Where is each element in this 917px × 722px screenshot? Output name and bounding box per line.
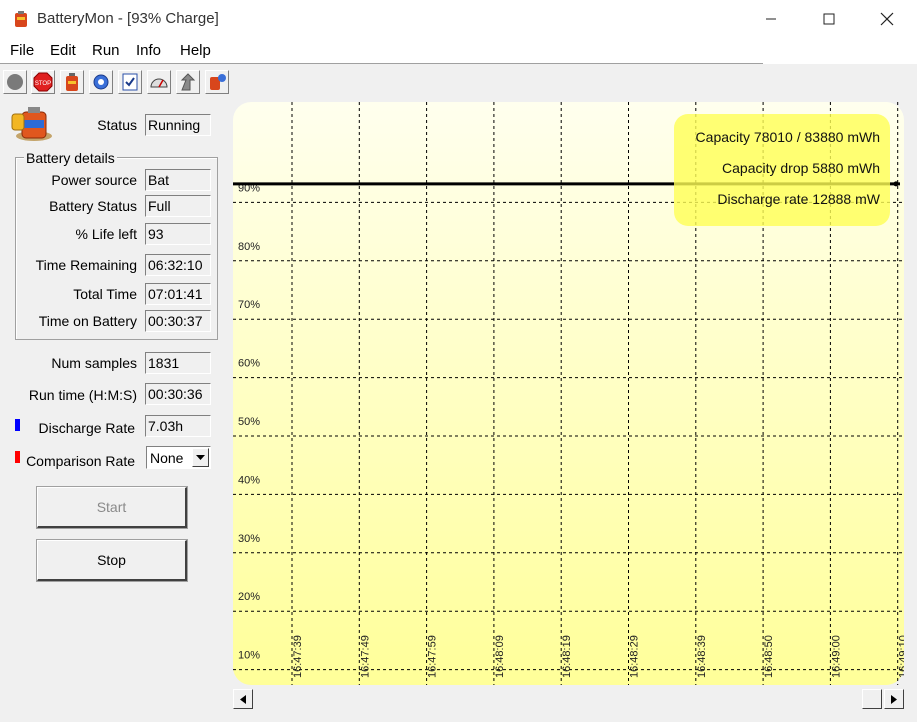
start-button[interactable]: Start: [36, 486, 188, 529]
x-tick-label: 16:48:50: [763, 635, 775, 678]
minimize-icon: [766, 18, 776, 20]
close-button[interactable]: [858, 0, 916, 38]
arrow-left-icon: [240, 694, 246, 704]
stop-toolbar-button[interactable]: STOP: [31, 70, 55, 94]
run-time-field: 00:30:36: [145, 383, 211, 405]
charge-chart: 90% 80% 70% 60% 50% 40% 30% 20% 10% 16:47:39 16:47…: [233, 102, 910, 685]
comparison-dropdown-button[interactable]: [192, 448, 209, 467]
settings-gear-icon: [93, 74, 109, 90]
maximize-icon: [823, 13, 835, 25]
pointer-icon: [180, 73, 196, 91]
menu-run[interactable]: Run: [92, 42, 120, 59]
scroll-left-button[interactable]: [233, 689, 253, 709]
total-time-field: 07:01:41: [145, 283, 211, 305]
discharge-rate-field: 7.03h: [145, 415, 211, 437]
record-icon: [7, 74, 23, 90]
battery-logo-icon: [11, 107, 52, 141]
window-title: BatteryMon - [93% Charge]: [37, 10, 219, 27]
comparison-rate-label: Comparison Rate: [26, 453, 135, 469]
y-tick-label: 10%: [238, 650, 260, 662]
battery-status-label: Battery Status: [49, 198, 137, 214]
menu-help[interactable]: Help: [180, 42, 211, 59]
info-capacity-drop: Capacity drop 5880 mWh: [722, 160, 880, 176]
x-tick-label: 16:48:29: [629, 635, 641, 678]
total-time-label: Total Time: [73, 286, 137, 302]
time-remaining-label: Time Remaining: [35, 257, 137, 273]
record-button[interactable]: [3, 70, 27, 94]
scroll-thumb[interactable]: [862, 689, 882, 709]
battery-icon: [66, 73, 78, 91]
y-tick-label: 40%: [238, 474, 260, 486]
arrow-right-icon: [891, 694, 897, 704]
settings-toolbar-button[interactable]: [89, 70, 113, 94]
x-tick-label: 16:47:59: [427, 635, 439, 678]
y-tick-label: 60%: [238, 358, 260, 370]
svg-text:STOP: STOP: [35, 81, 51, 87]
x-tick-label: 16:47:49: [359, 635, 371, 678]
battery-details-title: Battery details: [24, 150, 117, 166]
comparison-rate-select[interactable]: None: [146, 446, 211, 469]
gauge-toolbar-button[interactable]: [147, 70, 171, 94]
y-tick-label: 70%: [238, 299, 260, 311]
battery-toolbar-button[interactable]: [60, 70, 84, 94]
close-icon: [880, 12, 894, 26]
time-remaining-field: 06:32:10: [145, 254, 211, 276]
menu-edit[interactable]: Edit: [50, 42, 76, 59]
checklist-toolbar-button[interactable]: [118, 70, 142, 94]
life-left-field: 93: [145, 223, 211, 245]
x-tick-label: 16:47:39: [292, 635, 304, 678]
gauge-icon: [150, 78, 168, 88]
scroll-right-button[interactable]: [884, 689, 904, 709]
info-capacity: Capacity 78010 / 83880 mWh: [696, 129, 880, 145]
minimize-button[interactable]: [742, 0, 800, 38]
battery-info-toolbar-button[interactable]: [205, 70, 229, 94]
power-source-label: Power source: [51, 172, 137, 188]
power-source-field: Bat: [145, 169, 211, 191]
x-tick-label: 16:49:00: [830, 635, 842, 678]
maximize-button[interactable]: [800, 0, 858, 38]
menu-info[interactable]: Info: [136, 42, 161, 59]
battery-status-field: Full: [145, 195, 211, 217]
menu-file[interactable]: File: [10, 42, 34, 59]
status-field: Running: [145, 114, 211, 136]
battery-info-icon: [210, 74, 226, 90]
num-samples-field: 1831: [145, 352, 211, 374]
status-label: Status: [97, 117, 137, 133]
info-discharge-rate: Discharge rate 12888 mW: [717, 191, 880, 207]
pointer-toolbar-button[interactable]: [176, 70, 200, 94]
batterymon-app-icon: [15, 11, 27, 27]
life-left-label: % Life left: [75, 226, 137, 242]
chart-svg: 90%80%70%60%50%40%30%20%10% 16:47:39 16:47…: [233, 102, 910, 685]
y-tick-label: 30%: [238, 533, 260, 545]
y-tick-label: 50%: [238, 416, 260, 428]
x-tick-label: 16:49:10: [898, 635, 904, 678]
charge-series-endpoint: [893, 181, 899, 187]
stop-icon: STOP: [33, 72, 53, 92]
stop-button[interactable]: Stop: [36, 539, 188, 582]
x-tick-label: 16:48:19: [561, 635, 573, 678]
time-on-battery-label: Time on Battery: [38, 313, 137, 329]
num-samples-label: Num samples: [51, 355, 137, 371]
chevron-down-icon: [196, 454, 205, 460]
chart-horizontal-scrollbar[interactable]: [233, 689, 904, 711]
y-tick-label: 20%: [238, 591, 260, 603]
checklist-icon: [122, 73, 138, 91]
discharge-rate-label: Discharge Rate: [38, 420, 136, 436]
time-on-battery-field: 00:30:37: [145, 310, 211, 332]
comparison-rate-value: None: [150, 450, 184, 466]
x-tick-label: 16:48:39: [696, 635, 708, 678]
y-tick-label: 80%: [238, 241, 260, 253]
run-time-label: Run time (H:M:S): [28, 387, 137, 403]
title-bar: BatteryMon - [93% Charge]: [0, 0, 917, 38]
x-tick-label: 16:48:09: [494, 635, 506, 678]
menu-bar: File Edit Run Info Help: [0, 38, 917, 64]
